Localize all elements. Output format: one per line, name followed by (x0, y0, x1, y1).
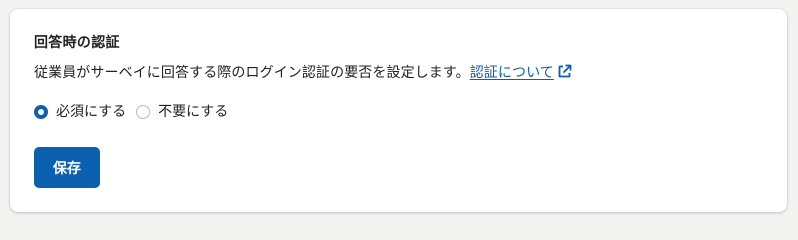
radio-unchecked-icon[interactable] (136, 105, 151, 119)
section-title: 回答時の認証 (34, 35, 120, 51)
about-auth-link[interactable]: 認証について (469, 64, 572, 81)
radio-checked-icon[interactable] (34, 105, 48, 119)
save-button[interactable]: 保存 (34, 147, 100, 188)
radio-not-required[interactable]: 不要にする (136, 102, 228, 122)
radio-required[interactable]: 必須にする (34, 102, 126, 122)
auth-settings-card: 回答時の認証 従業員がサーベイに回答する際のログイン認証の要否を設定します。認証… (10, 9, 787, 212)
radio-not-required-label: 不要にする (158, 104, 229, 120)
external-link-icon (557, 64, 572, 85)
about-auth-link-label: 認証について (469, 65, 554, 81)
radio-required-label: 必須にする (56, 104, 127, 120)
auth-radio-group: 必須にする 不要にする (34, 102, 238, 122)
section-description: 従業員がサーベイに回答する際のログイン認証の要否を設定します。認証について (34, 63, 572, 85)
description-text: 従業員がサーベイに回答する際のログイン認証の要否を設定します。 (34, 65, 470, 81)
